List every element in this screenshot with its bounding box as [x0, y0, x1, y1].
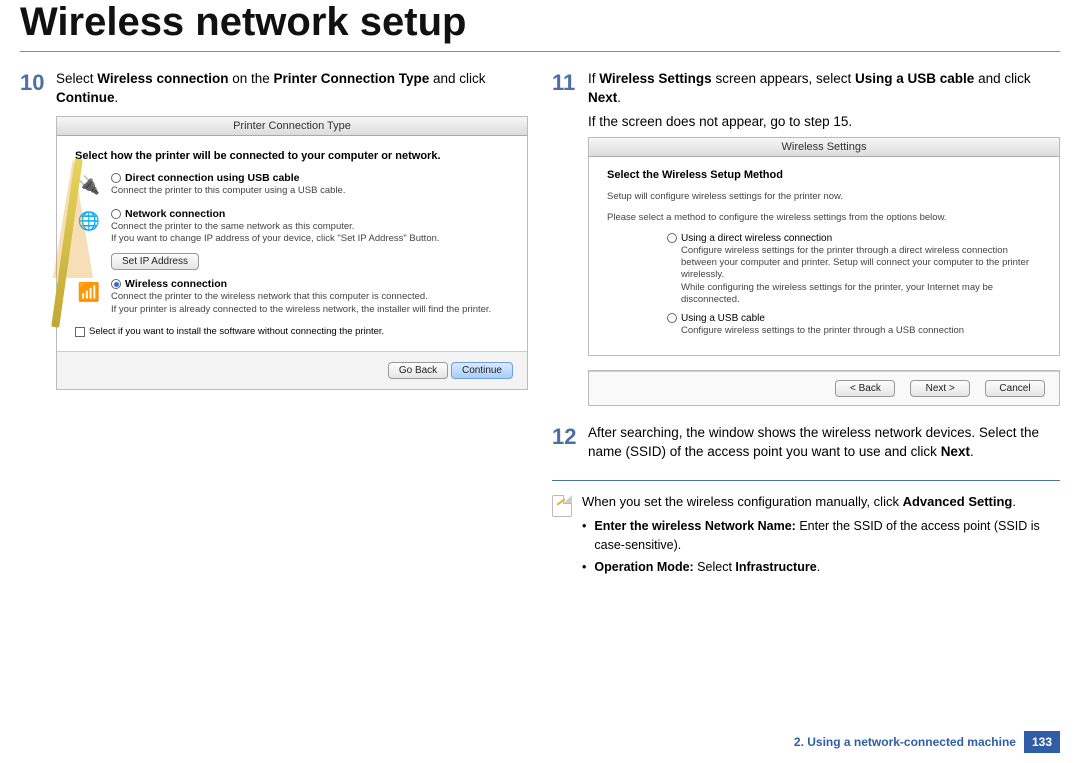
tip-bullet-1: •Enter the wireless Network Name: Enter … — [582, 517, 1060, 553]
cancel-button[interactable]: Cancel — [985, 380, 1045, 397]
page-title: Wireless network setup — [0, 0, 1080, 51]
t: Wireless Settings — [599, 71, 711, 86]
desc: Configure wireless settings to the print… — [681, 325, 1041, 337]
t: Select — [694, 560, 736, 574]
t: on the — [228, 71, 273, 86]
t: Operation Mode: — [594, 560, 693, 574]
continue-button[interactable]: Continue — [451, 362, 513, 379]
radio-direct[interactable] — [667, 233, 677, 243]
screenshot-wireless-settings: Wireless Settings Select the Wireless Se… — [588, 137, 1060, 356]
desc: Connect the printer to the wireless netw… — [111, 291, 509, 316]
page-footer: 2. Using a network-connected machine 133 — [20, 731, 1060, 753]
step-11-number: 11 — [552, 68, 588, 108]
step-10-number: 10 — [20, 68, 56, 108]
go-back-button[interactable]: Go Back — [388, 362, 448, 379]
label: Select if you want to install the softwa… — [89, 326, 384, 337]
desc: Connect the printer to this computer usi… — [111, 185, 509, 197]
desc: Connect the printer to the same network … — [111, 221, 509, 246]
t: Wireless connection — [97, 71, 228, 86]
checkbox-no-printer[interactable] — [75, 327, 85, 337]
dialog-title: Wireless Settings — [589, 138, 1059, 157]
dialog-heading: Select how the printer will be connected… — [75, 150, 509, 162]
set-ip-button[interactable]: Set IP Address — [111, 253, 199, 270]
usb-icon: 🔌 — [75, 172, 103, 200]
label: Direct connection using USB cable — [125, 172, 299, 184]
step-10: 10 Select Wireless connection on the Pri… — [20, 68, 528, 108]
t: . — [115, 90, 119, 105]
globe-icon: 🌐 — [75, 208, 103, 236]
step-11-note: If the screen does not appear, go to ste… — [588, 114, 1060, 129]
desc: Configure wireless settings for the prin… — [681, 245, 1041, 307]
t: . — [617, 90, 621, 105]
wifi-icon: 📶 — [75, 278, 103, 306]
page-number: 133 — [1024, 731, 1060, 753]
option-network[interactable]: 🌐 Network connection Connect the printer… — [75, 208, 509, 246]
label: Using a USB cable — [681, 313, 765, 324]
dialog-title: Printer Connection Type — [57, 117, 527, 136]
install-without-printer-row[interactable]: Select if you want to install the softwa… — [75, 326, 509, 337]
radio-wireless[interactable] — [111, 279, 121, 289]
tip-bullet-2: •Operation Mode: Select Infrastructure. — [582, 558, 1060, 576]
t: . — [1012, 494, 1016, 509]
radio-usb-cable[interactable] — [667, 313, 677, 323]
label: Using a direct wireless connection — [681, 233, 832, 244]
t: Infrastructure — [735, 560, 816, 574]
t: . — [817, 560, 820, 574]
option-direct-wireless[interactable]: Using a direct wireless connection Confi… — [667, 233, 1041, 307]
t: and click — [974, 71, 1030, 86]
label: Network connection — [125, 208, 225, 220]
t: Next — [588, 90, 617, 105]
tip-box: When you set the wireless configuration … — [552, 493, 1060, 580]
t: Select — [56, 71, 97, 86]
screenshot-printer-connection: Printer Connection Type Select how the p… — [56, 116, 528, 390]
t: Next — [941, 444, 970, 459]
t: screen appears, select — [712, 71, 855, 86]
t: Continue — [56, 90, 115, 105]
dialog-sub2: Please select a method to configure the … — [607, 212, 1041, 223]
dialog-sub1: Setup will configure wireless settings f… — [607, 191, 1041, 202]
radio-usb[interactable] — [111, 173, 121, 183]
step-10-text: Select Wireless connection on the Printe… — [56, 68, 528, 108]
step-11-text: If Wireless Settings screen appears, sel… — [588, 68, 1060, 108]
note-icon — [552, 495, 572, 517]
step-12-text: After searching, the window shows the wi… — [588, 422, 1060, 462]
screenshot-wireless-footer: < Back Next > Cancel — [588, 370, 1060, 406]
t: Enter the wireless Network Name: — [594, 519, 795, 533]
chapter-label: 2. Using a network-connected machine — [794, 735, 1016, 749]
t: . — [970, 444, 974, 459]
title-rule — [20, 51, 1060, 52]
t: Advanced Setting — [903, 494, 1013, 509]
option-usb[interactable]: 🔌 Direct connection using USB cable Conn… — [75, 172, 509, 200]
right-column: 11 If Wireless Settings screen appears, … — [552, 68, 1060, 580]
t: Using a USB cable — [855, 71, 974, 86]
step-12-number: 12 — [552, 422, 588, 462]
t: When you set the wireless configuration … — [582, 494, 903, 509]
next-button[interactable]: Next > — [910, 380, 970, 397]
option-usb-cable[interactable]: Using a USB cable Configure wireless set… — [667, 313, 1041, 337]
radio-network[interactable] — [111, 209, 121, 219]
left-column: 10 Select Wireless connection on the Pri… — [20, 68, 528, 580]
label: Wireless connection — [125, 278, 227, 290]
t: and click — [429, 71, 485, 86]
tip-line1: When you set the wireless configuration … — [582, 493, 1060, 512]
dialog-heading: Select the Wireless Setup Method — [607, 169, 1041, 181]
option-wireless[interactable]: 📶 Wireless connection Connect the printe… — [75, 278, 509, 316]
back-button[interactable]: < Back — [835, 380, 895, 397]
t: If — [588, 71, 599, 86]
section-rule — [552, 480, 1060, 481]
step-11: 11 If Wireless Settings screen appears, … — [552, 68, 1060, 108]
t: Printer Connection Type — [274, 71, 430, 86]
step-12: 12 After searching, the window shows the… — [552, 422, 1060, 462]
